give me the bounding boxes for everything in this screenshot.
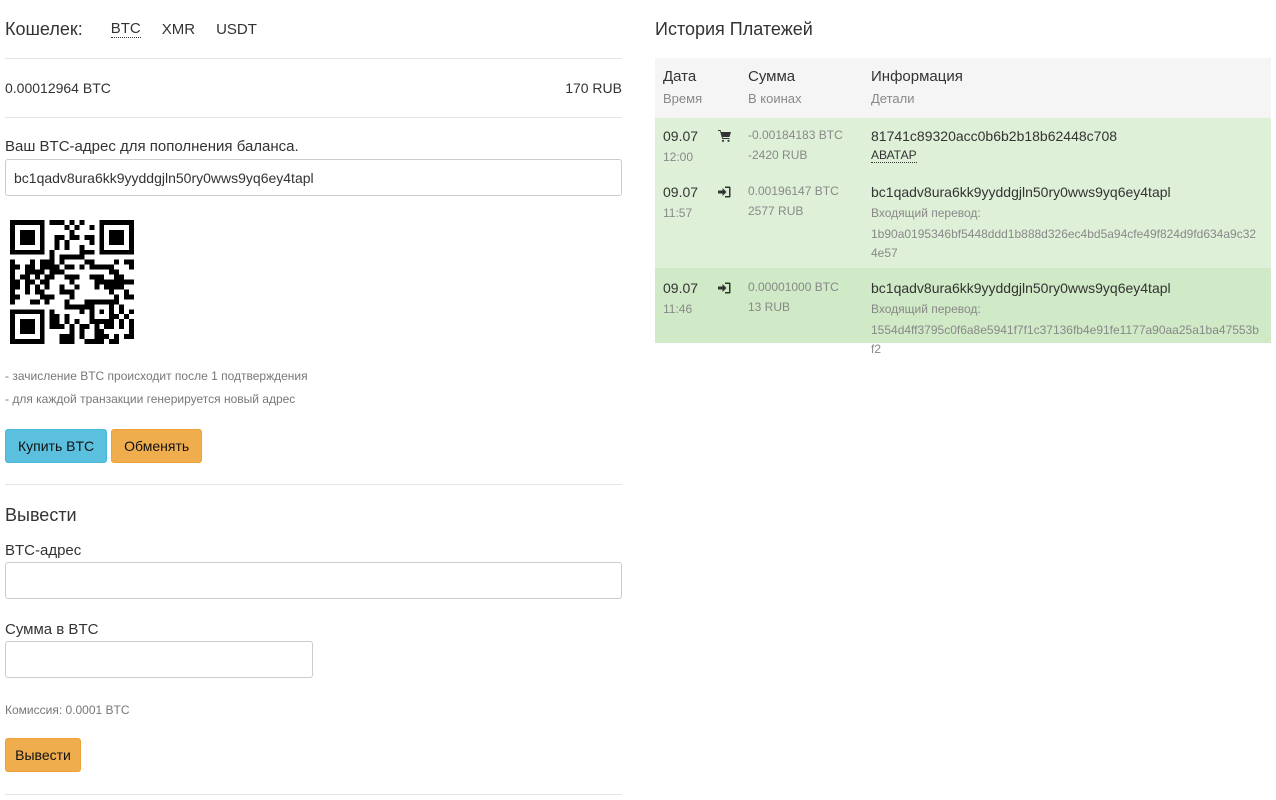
buy-btc-button[interactable]: Купить BTC xyxy=(5,429,108,463)
history-header: Дата Время Сумма В коинах Информация Дет… xyxy=(655,58,1271,118)
history-panel: История Платежей Дата Время Сумма В коин… xyxy=(655,0,1271,356)
row-date-cell: 09.07 12:00 xyxy=(655,128,718,174)
row-date: 09.07 xyxy=(663,128,699,144)
row-info-type: Входящий перевод: xyxy=(871,302,981,316)
row-item-link[interactable]: АВАТАР xyxy=(871,148,917,163)
row-amount-fiat: 13 RUB xyxy=(748,300,791,314)
note-new-address: - для каждой транзакции генерируется нов… xyxy=(5,392,296,406)
row-amount-crypto: 0.00001000 BTC xyxy=(748,280,839,294)
row-info-cell: bc1qadv8ura6kk9yyddgjln50ry0wws9yq6ey4ta… xyxy=(871,280,1271,356)
note-confirmations: - зачисление BTC происходит после 1 подт… xyxy=(5,369,308,383)
row-info-txid: 1b90a0195346bf5448ddd1b888d326ec4bd5a94c… xyxy=(871,227,1257,260)
withdraw-address-label: BTC-адрес xyxy=(5,542,82,559)
col-sum-header: Сумма В коинах xyxy=(748,58,871,118)
col-info-header: Информация Детали xyxy=(871,58,1271,118)
exchange-button[interactable]: Обменять xyxy=(111,429,203,463)
withdraw-address-input[interactable] xyxy=(5,562,622,599)
table-row: 09.07 11:46 0.00001000 BTC 13 RUB bc1qad… xyxy=(655,268,1271,356)
col-date-subtitle: Время xyxy=(663,91,703,106)
col-sum-title: Сумма xyxy=(748,68,796,85)
row-icon-cell xyxy=(718,128,748,174)
tab-xmr[interactable]: XMR xyxy=(162,21,195,38)
row-sum-cell: 0.00001000 BTC 13 RUB xyxy=(748,280,871,343)
row-icon-cell xyxy=(718,184,748,268)
table-row: 09.07 12:00 -0.00184183 BTC -2420 RUB 81… xyxy=(655,118,1271,174)
cart-icon xyxy=(718,130,731,142)
row-date: 09.07 xyxy=(663,184,699,200)
divider xyxy=(5,484,622,485)
row-info-address: bc1qadv8ura6kk9yyddgjln50ry0wws9yq6ey4ta… xyxy=(871,280,1171,296)
balance-row: 0.00012964 BTC 170 RUB xyxy=(5,59,622,118)
tab-usdt[interactable]: USDT xyxy=(216,21,257,38)
history-title: История Платежей xyxy=(655,18,813,39)
row-amount-fiat: 2577 RUB xyxy=(748,204,804,218)
withdraw-amount-label: Сумма в BTC xyxy=(5,621,99,638)
deposit-actions: Купить BTC Обменять xyxy=(5,429,622,463)
divider xyxy=(5,794,622,795)
row-amount-crypto: -0.00184183 BTC xyxy=(748,128,843,142)
col-icon-header xyxy=(718,58,748,118)
col-date-title: Дата xyxy=(663,68,697,85)
col-sum-subtitle: В коинах xyxy=(748,91,802,106)
withdraw-button[interactable]: Вывести xyxy=(5,738,81,772)
row-date-cell: 09.07 11:57 xyxy=(655,184,718,268)
row-info-address: bc1qadv8ura6kk9yyddgjln50ry0wws9yq6ey4ta… xyxy=(871,184,1171,200)
table-row: 09.07 11:57 0.00196147 BTC 2577 RUB bc1q… xyxy=(655,174,1271,268)
row-info-id: 81741c89320acc0b6b2b18b62448c708 xyxy=(871,128,1118,144)
row-time: 11:46 xyxy=(663,302,693,316)
sign-in-icon xyxy=(718,282,731,294)
row-icon-cell xyxy=(718,280,748,343)
wallet-header: Кошелек: BTC XMR USDT xyxy=(5,0,622,59)
row-date: 09.07 xyxy=(663,280,699,296)
col-info-subtitle: Детали xyxy=(871,91,915,106)
deposit-address-field[interactable] xyxy=(5,159,622,196)
row-info-cell: 81741c89320acc0b6b2b18b62448c708 АВАТАР xyxy=(871,128,1271,174)
row-info-type: Входящий перевод: xyxy=(871,206,981,220)
tab-btc[interactable]: BTC xyxy=(110,20,141,38)
row-sum-cell: 0.00196147 BTC 2577 RUB xyxy=(748,184,871,268)
withdraw-amount-input[interactable] xyxy=(5,641,313,678)
deposit-notes: - зачисление BTC происходит после 1 подт… xyxy=(5,365,622,411)
row-date-cell: 09.07 11:46 xyxy=(655,280,718,343)
row-amount-fiat: -2420 RUB xyxy=(748,148,808,162)
commission-text: Комиссия: 0.0001 BTC xyxy=(5,703,130,717)
sign-in-icon xyxy=(718,186,731,198)
row-info-txid: 1554d4ff3795c0f6a8e5941f7f1c37136fb4e91f… xyxy=(871,323,1259,356)
balance-fiat: 170 RUB xyxy=(565,80,622,96)
row-time: 12:00 xyxy=(663,150,694,164)
withdraw-title: Вывести xyxy=(5,505,77,525)
col-info-title: Информация xyxy=(871,68,963,85)
wallet-title: Кошелек: xyxy=(5,18,83,39)
row-info-cell: bc1qadv8ura6kk9yyddgjln50ry0wws9yq6ey4ta… xyxy=(871,184,1271,268)
row-sum-cell: -0.00184183 BTC -2420 RUB xyxy=(748,128,871,174)
balance-crypto: 0.00012964 BTC xyxy=(5,80,111,96)
col-date-header: Дата Время xyxy=(655,58,718,118)
history-table: Дата Время Сумма В коинах Информация Дет… xyxy=(655,58,1271,356)
row-amount-crypto: 0.00196147 BTC xyxy=(748,184,839,198)
wallet-panel: Кошелек: BTC XMR USDT 0.00012964 BTC 170… xyxy=(5,0,622,795)
deposit-address-label: Ваш BTC-адрес для пополнения баланса. xyxy=(5,138,299,155)
deposit-qr-code xyxy=(10,220,134,344)
row-time: 11:57 xyxy=(663,206,693,220)
